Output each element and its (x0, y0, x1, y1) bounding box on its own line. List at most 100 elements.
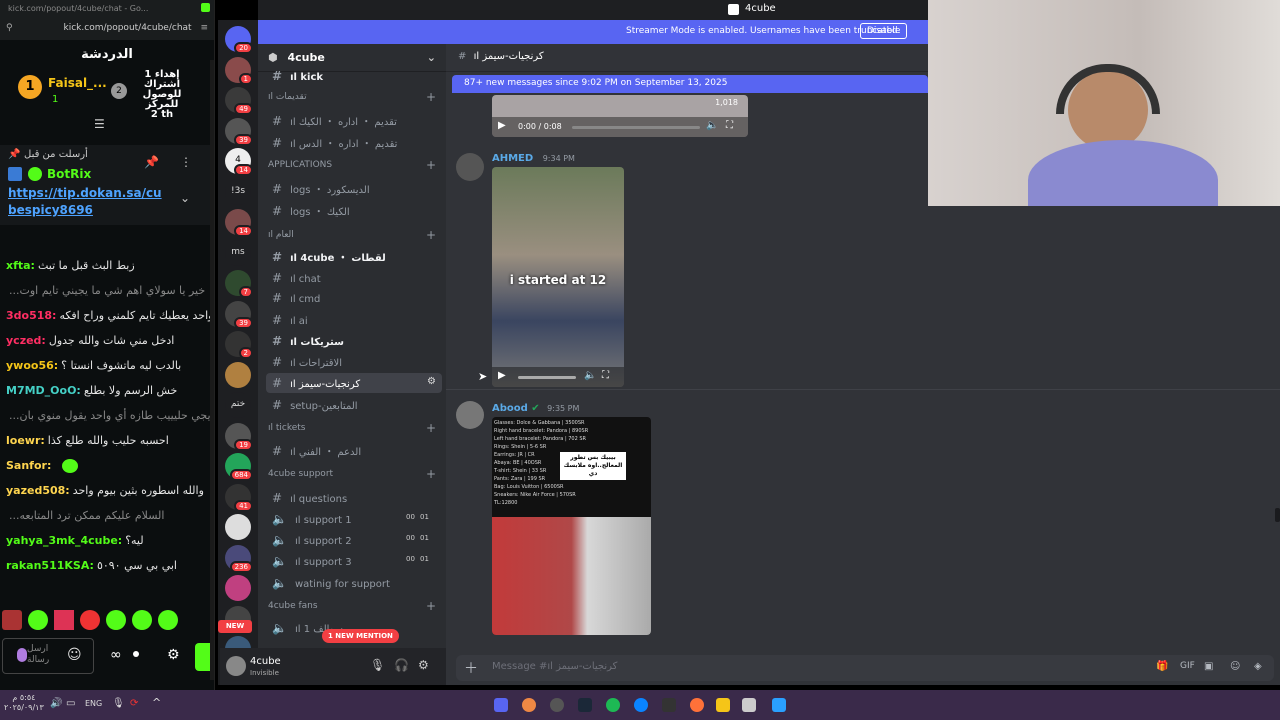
menu-icon[interactable]: ≡ (200, 23, 208, 33)
channel-item[interactable]: # ıl الدعم ・ الفني (266, 440, 442, 460)
scrollbar[interactable] (1275, 508, 1280, 522)
capcut-icon[interactable] (662, 698, 676, 712)
chat-username[interactable]: loewr: (6, 434, 45, 447)
channel-category[interactable]: 4cube fans (268, 601, 318, 611)
chat-username[interactable]: ywoo56: (6, 359, 58, 372)
channel-category[interactable]: ıl tickets (268, 423, 306, 433)
server-icon[interactable]: 684 (225, 453, 253, 481)
add-channel-icon[interactable]: + (426, 158, 436, 172)
message-author[interactable]: Abood ✔ 9:35 PM (492, 403, 579, 414)
avatar[interactable] (456, 153, 484, 181)
channel-item[interactable]: # ıl kick (266, 66, 442, 86)
server-icon[interactable]: !3s (225, 178, 251, 205)
chrome-icon[interactable] (522, 698, 536, 712)
play-icon[interactable]: ▶ (498, 120, 506, 131)
address-bar[interactable]: ⚲ kick.com/popout/4cube/chat ≡ (0, 20, 214, 40)
server-icon[interactable]: 41 (225, 483, 253, 512)
avatar[interactable] (226, 656, 246, 676)
server-icon[interactable]: 39 (225, 117, 253, 146)
channel-item[interactable]: # ıl ستريكات (266, 331, 442, 351)
dots-icon[interactable] (133, 651, 139, 657)
chat-username[interactable]: 3do518: (6, 309, 56, 322)
video-embed[interactable]: Glasses: Dolce & Gabbana | 3500SR Right h… (492, 417, 651, 635)
headphones-icon[interactable]: 🎧 (394, 658, 409, 672)
spotify-icon[interactable] (606, 698, 620, 712)
server-icon[interactable]: 2 (225, 331, 253, 359)
chat-username[interactable]: M7MD_OoO: (6, 384, 81, 397)
channel-item[interactable]: # ıl 4cube ・ لقطات (266, 246, 442, 266)
discord-icon[interactable] (494, 698, 508, 712)
gift-banner[interactable]: 1 Faisal_... 1 2 إهداء 1 اشتراك للوصول ل… (0, 70, 214, 120)
new-mention-pill[interactable]: 1 NEW MENTION (322, 629, 399, 643)
chat-username[interactable]: Sanfor: (6, 459, 51, 472)
chat-username[interactable]: yczed: (6, 334, 46, 347)
steam-icon[interactable] (578, 698, 592, 712)
chevron-up-icon[interactable]: ^ (152, 696, 161, 709)
emoji-icon[interactable]: ☺ (1230, 661, 1240, 672)
video-player[interactable]: 1,018 ▶ 0:00 / 0:08 🔈 ⛶ (492, 95, 748, 137)
channel-item[interactable]: # ıl كرنجيات-سيمز ⚙ (266, 373, 442, 393)
add-channel-icon[interactable]: + (426, 599, 436, 613)
channel-item[interactable]: 🔈 watinig for support (266, 573, 442, 593)
pin-toggle-icon[interactable]: 📌 (144, 155, 159, 169)
channel-item[interactable]: # ıl chat (266, 268, 442, 288)
window-icon[interactable] (742, 698, 756, 712)
server-icon[interactable] (225, 575, 251, 601)
clock[interactable]: ٥:٥٤ م ٢٠٢٥/٠٩/١٣ (4, 693, 44, 713)
plus-icon[interactable]: ＋ (464, 658, 478, 678)
channel-item[interactable]: 🔈 ıl support 2 00 01 (266, 530, 442, 550)
chat-username[interactable]: xfta: (6, 259, 35, 272)
channel-item[interactable]: # ıl تقديم ・ اداره ・ الدس (266, 132, 442, 152)
server-icon[interactable]: 236 (225, 544, 253, 573)
server-icon[interactable]: 14 (225, 209, 253, 237)
video-embed[interactable]: i started at 12 ▶ 🔈 ⛶ (492, 167, 624, 387)
chat-username[interactable]: rakan511KSA: (6, 559, 94, 572)
channel-item[interactable]: 🔈 ıl support 3 00 01 (266, 551, 442, 571)
site-info-icon[interactable]: ⚲ (6, 23, 13, 33)
server-icon[interactable]: ختم (225, 392, 251, 418)
gif-icon[interactable]: GIF (1180, 661, 1195, 671)
add-channel-icon[interactable]: + (426, 467, 436, 481)
channel-item[interactable]: # ıl questions (266, 488, 442, 508)
channel-item[interactable]: # ıl تقديم ・ اداره ・ الكيك (266, 110, 442, 130)
server-icon[interactable] (225, 361, 251, 388)
new-messages-bar[interactable]: 87+ new messages since 9:02 PM on Septem… (452, 75, 928, 93)
firefox-icon[interactable] (690, 698, 704, 712)
avatar[interactable] (456, 401, 484, 429)
more-options-icon[interactable]: ⋮ (180, 155, 192, 169)
sticker-icon[interactable]: ▣ (1204, 661, 1213, 672)
channel-item[interactable]: 🔈 ıl support 1 00 01 (266, 509, 442, 529)
pinned-user[interactable]: BotRix (47, 167, 91, 181)
language-indicator[interactable]: ENG (85, 699, 102, 708)
server-icon[interactable] (225, 514, 251, 540)
channel-item[interactable]: # ıl cmd (266, 288, 442, 308)
mic-icon[interactable] (17, 648, 27, 662)
pinned-message[interactable]: 📌 أرسلت من قبل 📌 ⋮ BotRix https://tip.do… (0, 145, 214, 225)
emoji-icon[interactable]: ☺ (67, 647, 82, 663)
network-icon[interactable]: ▭ (66, 698, 75, 709)
volume-icon[interactable]: 🔊 (50, 698, 62, 709)
mic-icon[interactable]: 🎙 (370, 658, 385, 672)
emote-icon[interactable] (28, 610, 48, 630)
folder-icon[interactable] (716, 698, 730, 712)
add-channel-icon[interactable]: + (426, 228, 436, 242)
gift-icon[interactable]: 🎁 (1156, 661, 1168, 672)
fullscreen-icon[interactable]: ⛶ (602, 370, 609, 381)
apps-icon[interactable]: ◈ (1254, 661, 1262, 672)
channel-item[interactable]: # setup-المتابعين (266, 395, 442, 415)
emote-icon[interactable] (80, 610, 100, 630)
channel-category[interactable]: 4cube support (268, 469, 333, 479)
add-channel-icon[interactable]: + (426, 421, 436, 435)
emote-icon[interactable] (54, 610, 74, 630)
server-icon[interactable]: 19 (225, 422, 253, 451)
message-author[interactable]: AHMED 9:34 PM (492, 153, 575, 164)
emote-icon[interactable] (106, 610, 126, 630)
seek-bar[interactable] (518, 376, 576, 379)
channel-item[interactable]: # ıl الاقتراحات (266, 352, 442, 372)
message-composer[interactable]: ＋ Message #ıl كرنجيات-سيمز 🎁 GIF ▣ ☺ ◈ (456, 655, 1274, 681)
disable-button[interactable]: Disable (860, 23, 908, 39)
chat-username[interactable]: yazed508: (6, 484, 70, 497)
emote-icon[interactable] (132, 610, 152, 630)
server-icon[interactable]: 39 (225, 300, 253, 329)
add-channel-icon[interactable]: + (426, 90, 436, 104)
